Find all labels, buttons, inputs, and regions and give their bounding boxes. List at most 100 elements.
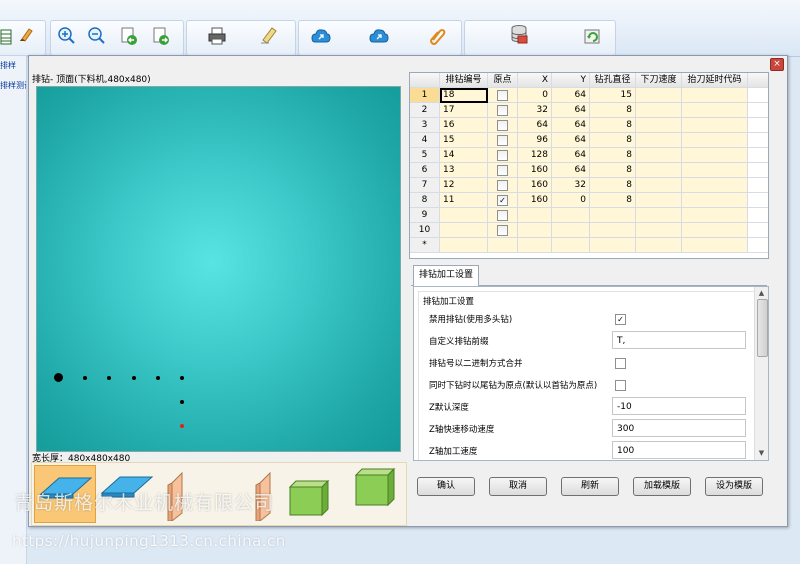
origin-checkbox[interactable] bbox=[497, 150, 508, 161]
cell-speed[interactable] bbox=[636, 238, 682, 253]
cell-y[interactable] bbox=[552, 238, 590, 253]
origin-checkbox[interactable] bbox=[497, 165, 508, 176]
origin-cell[interactable] bbox=[488, 118, 518, 133]
cell-delay[interactable] bbox=[682, 103, 748, 118]
origin-checkbox[interactable] bbox=[497, 90, 508, 101]
origin-checkbox[interactable] bbox=[497, 135, 508, 146]
cloud-upload-icon[interactable] bbox=[369, 26, 389, 46]
cell-id[interactable]: 17 bbox=[440, 103, 488, 118]
cell-x[interactable] bbox=[518, 223, 552, 238]
origin-cell[interactable] bbox=[488, 208, 518, 223]
refresh-data-icon[interactable] bbox=[583, 27, 603, 47]
cell-delay[interactable] bbox=[682, 88, 748, 103]
cell-y[interactable] bbox=[552, 223, 590, 238]
cell-delay[interactable] bbox=[682, 148, 748, 163]
row-header[interactable]: 10 bbox=[410, 223, 440, 238]
scroll-thumb[interactable] bbox=[757, 299, 768, 357]
cell-d[interactable]: 8 bbox=[590, 118, 636, 133]
cell-x[interactable]: 32 bbox=[518, 103, 552, 118]
cell-id[interactable] bbox=[440, 238, 488, 253]
origin-cell[interactable] bbox=[488, 148, 518, 163]
page-forward-icon[interactable] bbox=[151, 26, 171, 46]
col-header-x[interactable]: X bbox=[518, 73, 552, 88]
cell-delay[interactable] bbox=[682, 208, 748, 223]
origin-checkbox[interactable] bbox=[497, 180, 508, 191]
cancel-button[interactable]: 取消 bbox=[489, 477, 547, 496]
cell-speed[interactable] bbox=[636, 223, 682, 238]
origin-checkbox[interactable] bbox=[497, 210, 508, 221]
origin-cell[interactable] bbox=[488, 103, 518, 118]
left-strip-item[interactable]: 排样测试 bbox=[0, 80, 26, 91]
cell-delay[interactable] bbox=[682, 223, 748, 238]
brush-icon[interactable] bbox=[17, 25, 37, 45]
cell-speed[interactable] bbox=[636, 118, 682, 133]
cell-speed[interactable] bbox=[636, 163, 682, 178]
origin-checkbox[interactable] bbox=[497, 120, 508, 131]
cell-id[interactable]: 16 bbox=[440, 118, 488, 133]
cell-d[interactable]: 8 bbox=[590, 148, 636, 163]
origin-cell[interactable] bbox=[488, 163, 518, 178]
cell-d[interactable] bbox=[590, 208, 636, 223]
cell-id[interactable] bbox=[440, 223, 488, 238]
cell-x[interactable] bbox=[518, 208, 552, 223]
cell-d[interactable]: 8 bbox=[590, 163, 636, 178]
origin-cell[interactable] bbox=[488, 88, 518, 103]
origin-cell[interactable] bbox=[488, 238, 518, 253]
cell-y[interactable]: 64 bbox=[552, 163, 590, 178]
cell-y[interactable]: 64 bbox=[552, 103, 590, 118]
settings-value-field[interactable]: 100 bbox=[612, 441, 746, 459]
cell-d[interactable]: 8 bbox=[590, 178, 636, 193]
cell-speed[interactable] bbox=[636, 178, 682, 193]
settings-checkbox[interactable] bbox=[615, 380, 626, 391]
cell-x[interactable]: 160 bbox=[518, 163, 552, 178]
settings-checkbox[interactable]: ✓ bbox=[615, 314, 626, 325]
settings-value-field[interactable]: T, bbox=[612, 331, 746, 349]
tab-drill-settings[interactable]: 排钻加工设置 bbox=[413, 265, 480, 287]
cloud-export-icon[interactable] bbox=[311, 26, 331, 46]
cell-delay[interactable] bbox=[682, 163, 748, 178]
row-header[interactable]: 6 bbox=[410, 163, 440, 178]
view-iso-button[interactable] bbox=[344, 465, 404, 521]
cell-speed[interactable] bbox=[636, 133, 682, 148]
cell-delay[interactable] bbox=[682, 178, 748, 193]
cell-speed[interactable] bbox=[636, 103, 682, 118]
zoom-in-icon[interactable] bbox=[57, 26, 77, 46]
cell-d[interactable]: 15 bbox=[590, 88, 636, 103]
drill-preview-canvas[interactable] bbox=[36, 86, 401, 452]
page-back-icon[interactable] bbox=[119, 26, 139, 46]
cell-y[interactable]: 32 bbox=[552, 178, 590, 193]
cell-d[interactable]: 8 bbox=[590, 103, 636, 118]
col-header-diameter[interactable]: 钻孔直径 bbox=[590, 73, 636, 88]
cell-x[interactable]: 128 bbox=[518, 148, 552, 163]
origin-cell[interactable]: ✓ bbox=[488, 193, 518, 208]
row-header[interactable]: 7 bbox=[410, 178, 440, 193]
cell-x[interactable]: 160 bbox=[518, 193, 552, 208]
cell-x[interactable]: 160 bbox=[518, 178, 552, 193]
cell-delay[interactable] bbox=[682, 118, 748, 133]
cell-y[interactable]: 64 bbox=[552, 118, 590, 133]
cell-delay[interactable] bbox=[682, 133, 748, 148]
row-header[interactable]: 3 bbox=[410, 118, 440, 133]
cell-x[interactable]: 64 bbox=[518, 118, 552, 133]
settings-value-field[interactable]: -10 bbox=[612, 397, 746, 415]
cell-id[interactable]: 14 bbox=[440, 148, 488, 163]
eraser-icon[interactable] bbox=[259, 25, 279, 45]
scroll-down-arrow-icon[interactable]: ▼ bbox=[757, 449, 766, 457]
cell-d[interactable] bbox=[590, 238, 636, 253]
origin-cell[interactable] bbox=[488, 133, 518, 148]
cell-d[interactable]: 8 bbox=[590, 193, 636, 208]
close-button[interactable]: × bbox=[770, 58, 784, 71]
cell-id[interactable]: 18 bbox=[440, 88, 488, 103]
cell-delay[interactable] bbox=[682, 193, 748, 208]
origin-checkbox[interactable]: ✓ bbox=[497, 195, 508, 206]
origin-checkbox[interactable] bbox=[497, 105, 508, 116]
row-header[interactable]: * bbox=[410, 238, 440, 253]
settings-scrollbar[interactable]: ▲ ▼ bbox=[754, 287, 768, 460]
printer-icon[interactable] bbox=[207, 26, 227, 46]
col-header-y[interactable]: Y bbox=[552, 73, 590, 88]
cell-speed[interactable] bbox=[636, 208, 682, 223]
cell-y[interactable]: 64 bbox=[552, 148, 590, 163]
origin-cell[interactable] bbox=[488, 223, 518, 238]
cell-d[interactable]: 8 bbox=[590, 133, 636, 148]
row-header[interactable]: 2 bbox=[410, 103, 440, 118]
